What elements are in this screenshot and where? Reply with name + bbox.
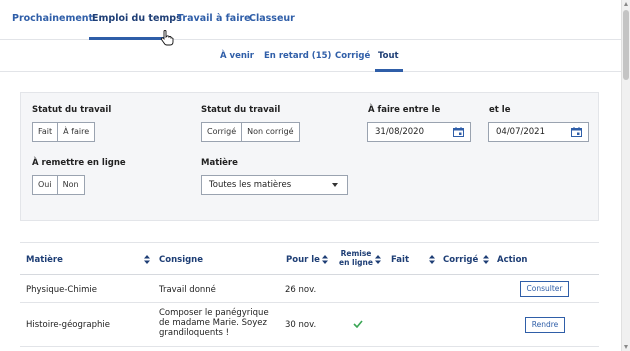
- header-remise-en-ligne[interactable]: Remise en ligne: [338, 249, 374, 267]
- date-to-value: 04/07/2021: [496, 127, 545, 137]
- sort-icon[interactable]: [429, 255, 435, 264]
- date-to-field[interactable]: 04/07/2021: [488, 122, 589, 142]
- tab-prochainement[interactable]: Prochainement: [12, 13, 93, 24]
- sort-icon[interactable]: [483, 255, 489, 264]
- subtab-tout[interactable]: Tout: [378, 51, 399, 61]
- row-subject: Histoire-géographie: [26, 320, 110, 330]
- header-consigne[interactable]: Consigne: [159, 255, 203, 265]
- option-fait[interactable]: Fait: [33, 123, 57, 141]
- row-subject: Physique-Chimie: [26, 285, 97, 295]
- header-action: Action: [497, 255, 528, 265]
- filter-panel: Statut du travail Fait À faire Statut du…: [20, 92, 599, 221]
- sub-tabs: À venir En retard (15) Corrigé Tout: [0, 40, 621, 72]
- submit-button[interactable]: Rendre: [525, 317, 565, 333]
- option-non-corrige[interactable]: Non corrigé: [241, 123, 298, 141]
- date-from-value: 31/08/2020: [375, 127, 424, 137]
- chevron-down-icon: [332, 183, 338, 187]
- scroll-up-icon[interactable]: [624, 2, 628, 6]
- consult-button[interactable]: Consulter: [520, 281, 569, 297]
- header-fait[interactable]: Fait: [391, 255, 409, 265]
- table-header: Matière Consigne Pour le Remise en ligne…: [20, 242, 599, 275]
- subtab-corrige[interactable]: Corrigé: [335, 51, 370, 61]
- subtab-en-retard[interactable]: En retard (15): [264, 51, 331, 61]
- option-non[interactable]: Non: [56, 176, 84, 194]
- active-subtab-indicator: [375, 69, 403, 72]
- option-oui[interactable]: Oui: [33, 176, 57, 194]
- correction-status-toggle: Corrigé Non corrigé: [201, 122, 300, 142]
- tab-emploi-du-temps[interactable]: Emploi du temps: [92, 13, 182, 24]
- subtab-a-venir[interactable]: À venir: [220, 51, 254, 61]
- table-row: Physique-Chimie Travail donné 26 nov. Co…: [20, 275, 599, 303]
- top-tabs: Prochainement Emploi du temps Travail à …: [0, 0, 621, 40]
- online-label: À remettre en ligne: [32, 158, 126, 168]
- calendar-icon[interactable]: [571, 127, 582, 137]
- row-due-date: 30 nov.: [285, 320, 317, 330]
- scrollbar[interactable]: [621, 0, 630, 351]
- sort-icon[interactable]: [144, 255, 150, 264]
- correction-status-label: Statut du travail: [201, 105, 281, 115]
- row-due-date: 26 nov.: [285, 285, 317, 295]
- status-label: Statut du travail: [32, 105, 112, 115]
- scrollbar-thumb[interactable]: [623, 10, 629, 80]
- scroll-down-icon[interactable]: [624, 345, 628, 349]
- done-status-toggle: Fait À faire: [32, 122, 96, 142]
- row-instruction: Composer le panégyrique de madame Marie.…: [159, 308, 269, 338]
- date-to-label: et le: [489, 105, 511, 115]
- subject-select[interactable]: Toutes les matières: [201, 175, 348, 195]
- table-row: Histoire-géographie Composer le panégyri…: [20, 303, 599, 347]
- subject-select-value: Toutes les matières: [209, 180, 292, 190]
- subject-label: Matière: [201, 158, 238, 168]
- header-pour-le[interactable]: Pour le: [286, 255, 320, 265]
- check-icon: [353, 320, 363, 328]
- header-matiere[interactable]: Matière: [26, 255, 63, 265]
- tab-classeur[interactable]: Classeur: [249, 13, 295, 24]
- option-a-faire[interactable]: À faire: [57, 123, 94, 141]
- date-from-label: À faire entre le: [368, 105, 441, 115]
- sort-icon[interactable]: [322, 255, 328, 264]
- date-from-field[interactable]: 31/08/2020: [367, 122, 471, 142]
- option-corrige[interactable]: Corrigé: [202, 123, 241, 141]
- online-toggle: Oui Non: [32, 175, 85, 195]
- tab-travail-a-faire[interactable]: Travail à faire: [177, 13, 251, 24]
- row-instruction: Travail donné: [159, 285, 216, 295]
- calendar-icon[interactable]: [453, 127, 464, 137]
- header-corrige[interactable]: Corrigé: [443, 255, 478, 265]
- sort-icon[interactable]: [375, 255, 381, 264]
